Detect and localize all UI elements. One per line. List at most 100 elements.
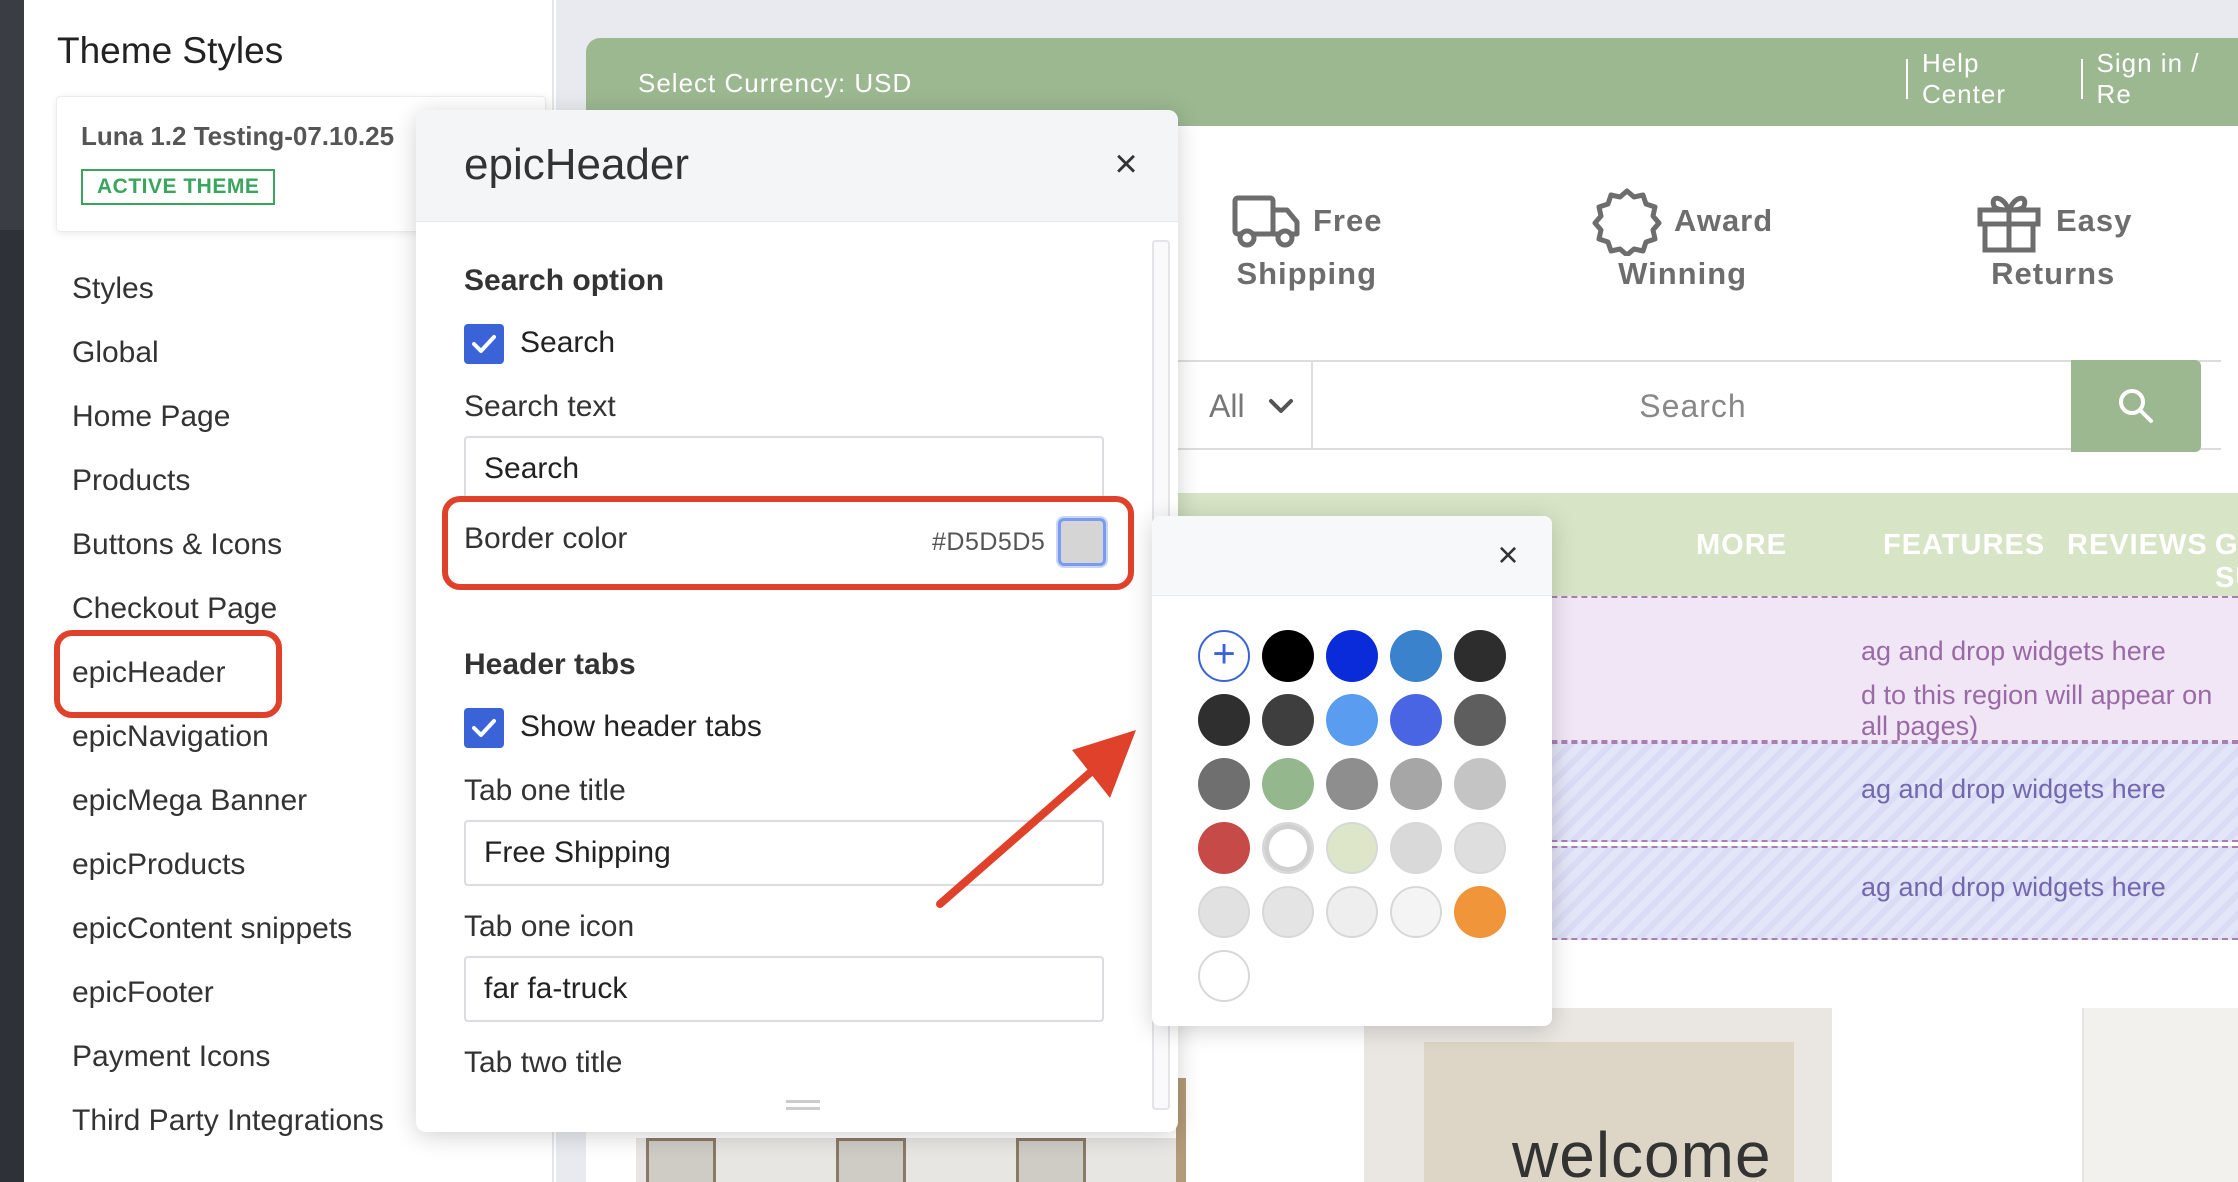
dropzone-subtext: d to this region will appear on all page… xyxy=(1861,680,2213,741)
tab-one-icon-field[interactable]: far fa-truck xyxy=(464,956,1104,1022)
hero-image-detail xyxy=(836,1138,906,1182)
hero-image-welcome: welcome xyxy=(1364,1008,1832,1182)
sidebar-item-epicmega-banner[interactable]: epicMega Banner xyxy=(72,775,384,839)
color-swatch[interactable] xyxy=(1454,630,1506,682)
hero-image-left xyxy=(636,1138,1176,1182)
sidebar-title: Theme Styles xyxy=(57,30,284,71)
checkmark-icon xyxy=(472,335,496,353)
color-swatch[interactable] xyxy=(1454,886,1506,938)
sidebar-item-buttons-icons[interactable]: Buttons & Icons xyxy=(72,519,384,583)
color-swatch[interactable] xyxy=(1198,822,1250,874)
color-swatch[interactable] xyxy=(1198,758,1250,810)
color-swatch[interactable] xyxy=(1326,694,1378,746)
color-swatch[interactable] xyxy=(1198,950,1250,1002)
tab-line1: Easy xyxy=(2056,203,2133,238)
sidebar-item-global[interactable]: Global xyxy=(72,327,384,391)
sidebar-item-epicfooter[interactable]: epicFooter xyxy=(72,967,384,1031)
dropzone-text: ag and drop widgets here xyxy=(1861,872,2166,902)
close-icon[interactable]: × xyxy=(1106,144,1146,186)
panel-title: epicHeader xyxy=(464,140,690,189)
sidebar-item-epiccontent-snippets[interactable]: epicContent snippets xyxy=(72,903,384,967)
header-tab-easy-returns: Easy Returns xyxy=(1974,186,2132,292)
color-swatch[interactable] xyxy=(1390,822,1442,874)
hero-welcome-text: welcome xyxy=(1512,1119,1772,1182)
search-text-label: Search text xyxy=(464,390,616,423)
search-checkbox-label: Search xyxy=(520,326,616,359)
topbar-divider xyxy=(2080,59,2083,99)
show-header-tabs-label: Show header tabs xyxy=(520,710,762,743)
color-picker-popover: × + xyxy=(1152,516,1552,1026)
header-tab-award-winning: Award Winning xyxy=(1592,186,1773,292)
hero-image-right xyxy=(2082,1008,2238,1182)
color-swatch[interactable] xyxy=(1454,694,1506,746)
theme-name: Luna 1.2 Testing-07.10.25 xyxy=(81,121,395,151)
color-swatch[interactable] xyxy=(1326,822,1378,874)
sign-in-link[interactable]: Sign in / Re xyxy=(2097,48,2238,110)
topbar-divider xyxy=(1906,59,1908,99)
sidebar-item-products[interactable]: Products xyxy=(72,455,384,519)
sidebar-item-epicnavigation[interactable]: epicNavigation xyxy=(72,711,384,775)
menu-item-get-su[interactable]: GET SU xyxy=(2215,529,2238,595)
tab-one-icon-label: Tab one icon xyxy=(464,910,635,943)
epicheader-settings-panel: epicHeader × Search option Search Search… xyxy=(416,110,1178,1132)
add-color-button[interactable]: + xyxy=(1198,630,1250,682)
gift-icon xyxy=(1977,195,2041,253)
sidebar-item-third-party-integrations[interactable]: Third Party Integrations xyxy=(72,1095,384,1159)
menu-item-features[interactable]: FEATURES xyxy=(1883,529,2045,562)
color-swatch[interactable] xyxy=(1326,758,1378,810)
border-color-highlight xyxy=(442,496,1134,590)
dropzone-text: ag and drop widgets here xyxy=(1861,636,2166,666)
sidebar-item-epicproducts[interactable]: epicProducts xyxy=(72,839,384,903)
tab-line1: Free xyxy=(1313,203,1383,238)
checkmark-icon xyxy=(472,719,496,737)
left-rail-top xyxy=(0,0,24,230)
search-category-select[interactable]: All xyxy=(1171,362,1313,450)
color-swatch[interactable] xyxy=(1262,694,1314,746)
tab-line1: Award xyxy=(1674,203,1774,238)
dropzone-text: ag and drop widgets here xyxy=(1861,774,2166,804)
color-swatch[interactable] xyxy=(1390,694,1442,746)
truck-icon xyxy=(1232,195,1300,248)
color-swatch[interactable] xyxy=(1262,630,1314,682)
color-swatch[interactable] xyxy=(1390,630,1442,682)
topbar-links: Help Center Sign in / Re xyxy=(1892,48,2238,109)
tab-line2: Returns xyxy=(1991,256,2116,291)
sidebar-item-home-page[interactable]: Home Page xyxy=(72,391,384,455)
color-swatch[interactable] xyxy=(1198,694,1250,746)
menu-item-reviews[interactable]: REVIEWS xyxy=(2067,529,2208,562)
color-swatch[interactable] xyxy=(1326,630,1378,682)
color-swatch[interactable] xyxy=(1262,822,1314,874)
color-swatch[interactable] xyxy=(1326,886,1378,938)
tab-line2: Winning xyxy=(1618,256,1748,291)
sidebar-item-styles[interactable]: Styles xyxy=(72,263,384,327)
color-swatch[interactable] xyxy=(1454,822,1506,874)
search-checkbox[interactable] xyxy=(464,324,504,364)
color-swatch[interactable] xyxy=(1262,758,1314,810)
color-swatch[interactable] xyxy=(1262,886,1314,938)
currency-selector[interactable]: Select Currency: USD xyxy=(638,68,912,99)
header-tabs-heading: Header tabs xyxy=(464,648,636,681)
sidebar-item-payment-icons[interactable]: Payment Icons xyxy=(72,1031,384,1095)
tab-two-title-label: Tab two title xyxy=(464,1046,623,1079)
store-search-bar: All Search xyxy=(1171,360,2221,452)
award-icon xyxy=(1592,188,1662,256)
menu-item-more[interactable]: MORE xyxy=(1696,529,1787,562)
search-option-heading: Search option xyxy=(464,264,665,297)
arrow-annotation-icon xyxy=(936,730,1136,908)
search-text-field[interactable]: Search xyxy=(464,436,1104,502)
color-swatch[interactable] xyxy=(1390,886,1442,938)
color-swatch[interactable] xyxy=(1390,758,1442,810)
color-swatch[interactable] xyxy=(1198,886,1250,938)
search-icon xyxy=(2119,389,2153,423)
store-search-button[interactable] xyxy=(2071,360,2201,452)
color-swatch[interactable] xyxy=(1454,758,1506,810)
help-center-link[interactable]: Help Center xyxy=(1922,48,2067,110)
active-theme-badge: ACTIVE THEME xyxy=(81,169,276,205)
close-icon[interactable]: × xyxy=(1488,536,1528,576)
drag-handle-icon[interactable] xyxy=(786,1100,820,1110)
search-category-value: All xyxy=(1209,387,1245,424)
show-header-tabs-checkbox[interactable] xyxy=(464,708,504,748)
chevron-down-icon xyxy=(1268,399,1293,413)
tab-line2: Shipping xyxy=(1236,256,1378,291)
store-search-input[interactable]: Search xyxy=(1313,362,2073,450)
